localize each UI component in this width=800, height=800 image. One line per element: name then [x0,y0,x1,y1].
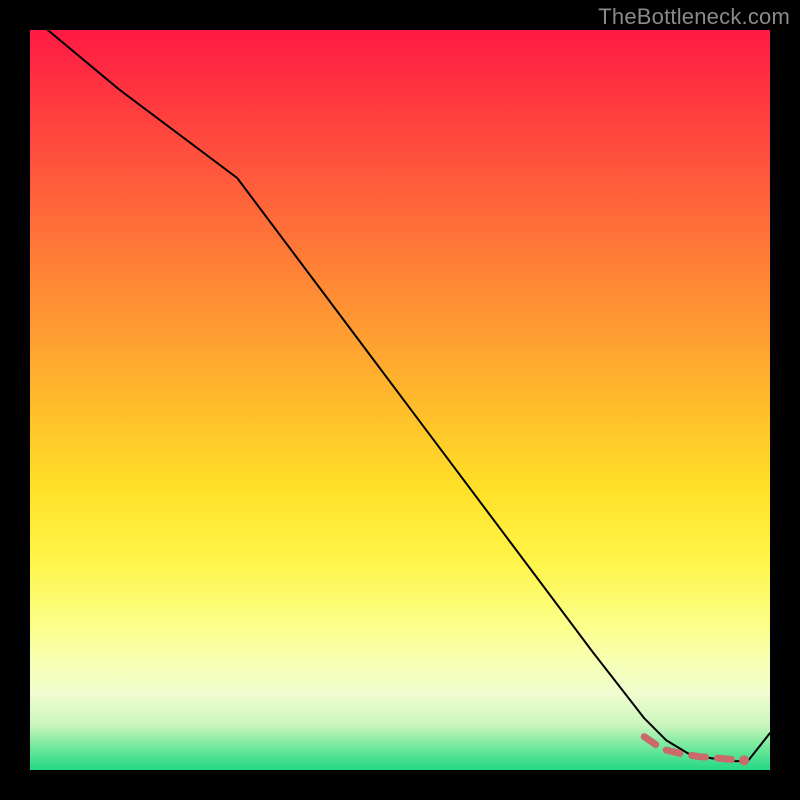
plot-area [30,30,770,770]
chart-svg [30,30,770,770]
bottleneck-curve [30,30,770,761]
watermark-label: TheBottleneck.com [598,4,790,30]
optimal-region-dashed [644,737,744,761]
chart-stage: TheBottleneck.com [0,0,800,800]
optimal-point-dot [739,755,749,765]
